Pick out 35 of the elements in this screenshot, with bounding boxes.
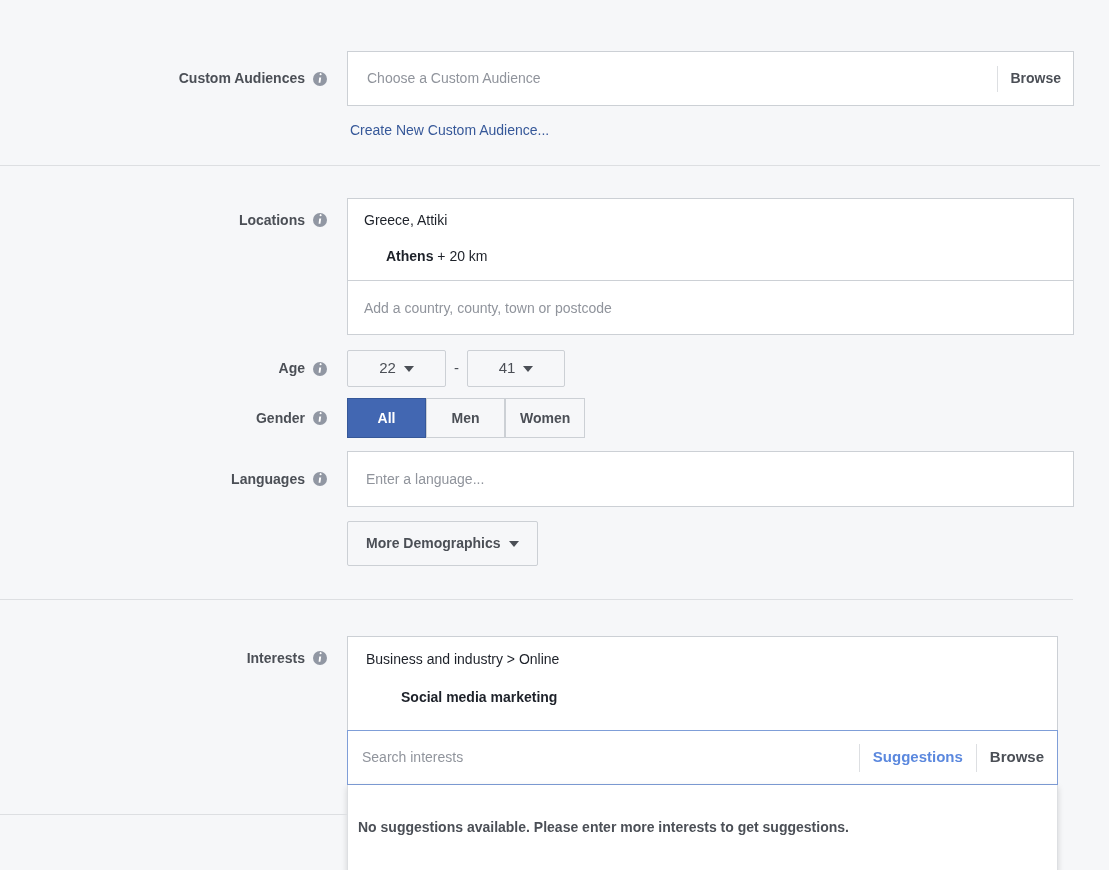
location-item: Athens + 20 km: [386, 247, 489, 266]
search-tab[interactable]: Browse: [976, 746, 1057, 769]
caret-icon: [508, 540, 519, 547]
gender-option[interactable]: All: [347, 398, 426, 438]
interest-search-field[interactable]: Search interests Suggestions Browse: [347, 730, 1058, 785]
more-demographics-button[interactable]: More Demographics: [347, 521, 538, 566]
suggestions-message: No suggestions available. Please enter more interests to get suggestions.: [358, 819, 849, 835]
caret-icon: [523, 365, 534, 372]
info-icon[interactable]: [313, 71, 327, 86]
gender-option[interactable]: Men: [426, 398, 505, 438]
field-label: Interests: [246, 648, 305, 668]
location-group: Greece, Attiki: [364, 210, 1073, 231]
interest-item: Social media marketing: [401, 688, 559, 707]
field-label: Custom Audiences: [178, 69, 305, 88]
create-audience-link[interactable]: Create New Custom Audience...: [350, 120, 1074, 141]
info-icon[interactable]: [313, 411, 327, 425]
field-label: Gender: [256, 408, 305, 428]
custom-audience-field[interactable]: Choose a Custom Audience Browse: [347, 51, 1074, 106]
field-label: Age: [278, 359, 305, 378]
caret-icon: [403, 365, 414, 372]
info-icon[interactable]: [313, 651, 327, 665]
age-max-dropdown[interactable]: 41: [467, 350, 565, 387]
interest-path: Business and industry > Online: [366, 650, 561, 669]
range-separator: -: [454, 358, 459, 379]
info-icon[interactable]: [313, 213, 327, 227]
browse-button[interactable]: Browse: [998, 68, 1073, 89]
field-label: Languages: [231, 469, 305, 489]
location-search-field[interactable]: Add a country, county, town or postcode: [347, 280, 1074, 335]
info-icon[interactable]: [313, 472, 327, 486]
info-icon[interactable]: [313, 361, 327, 376]
gender-option[interactable]: Women: [505, 398, 586, 438]
placeholder-text: Choose a Custom Audience: [366, 69, 542, 88]
age-min-dropdown[interactable]: 22: [347, 350, 446, 387]
language-field[interactable]: Enter a language...: [347, 451, 1074, 507]
field-label: Locations: [238, 210, 305, 230]
